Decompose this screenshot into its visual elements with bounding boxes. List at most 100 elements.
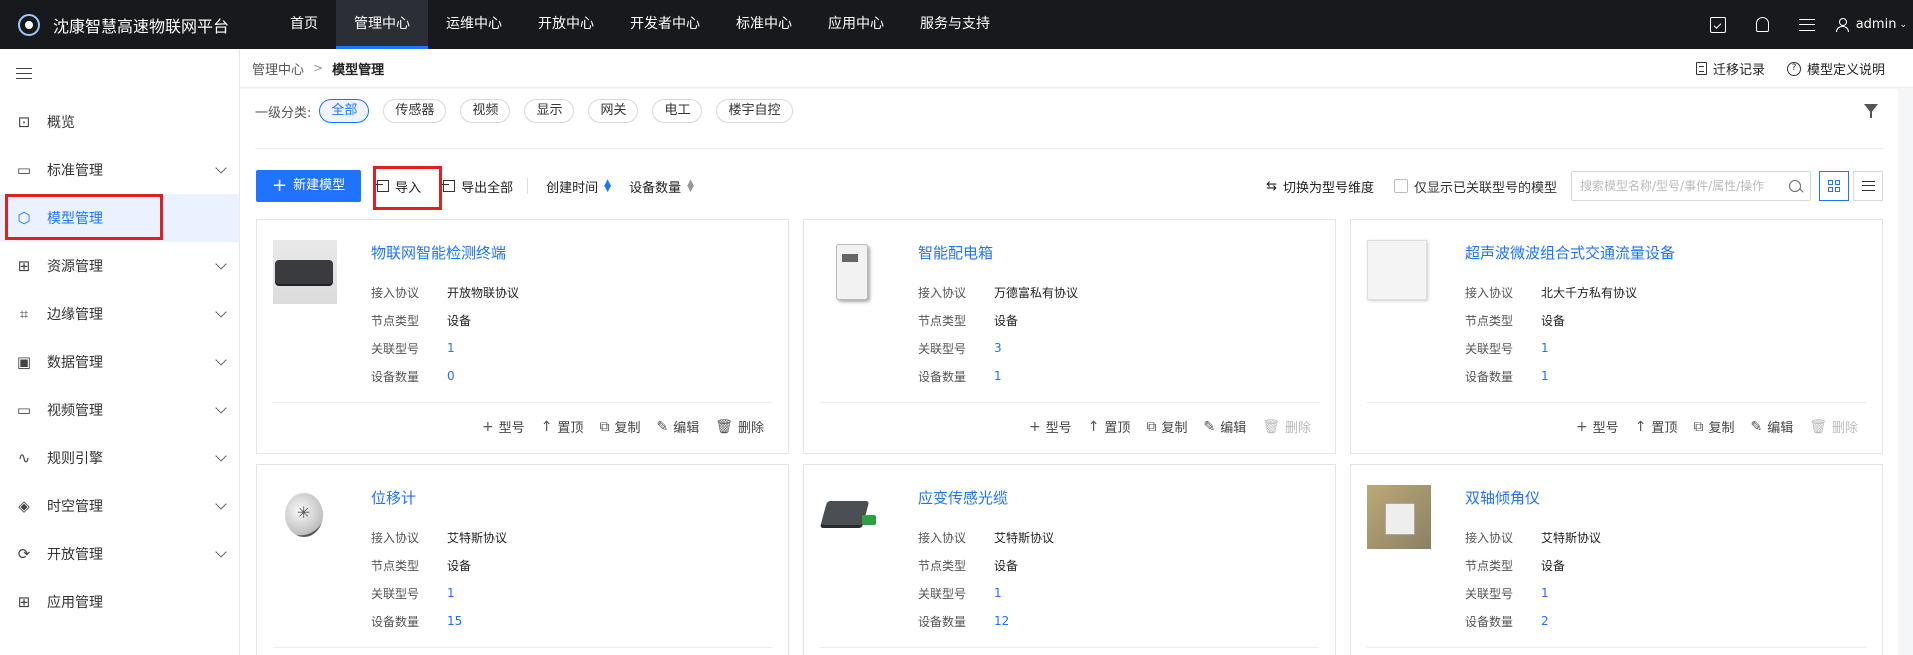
pin-button[interactable]: ↑ 置顶 — [1087, 417, 1131, 437]
pin-button[interactable]: ↑ 置顶 — [1635, 417, 1678, 437]
edit-button[interactable]: ✎ 编辑 — [656, 417, 699, 437]
user-icon — [1835, 17, 1849, 32]
chip-gateway[interactable]: 网关 — [588, 99, 639, 123]
chip-all[interactable]: 全部 — [319, 99, 370, 123]
chip-display[interactable]: 显示 — [524, 99, 575, 123]
linked-model-value[interactable]: 1 — [1541, 586, 1549, 600]
sidebar-item-spacetime[interactable]: ◈ 时空管理 — [0, 482, 239, 530]
standard-icon: ▭ — [16, 161, 32, 179]
action-label: 复制 — [1161, 421, 1188, 436]
edit-button[interactable]: ✎ 编辑 — [1203, 417, 1246, 437]
delete-button: 🗑 删除 — [1262, 417, 1311, 437]
model-card[interactable]: 超声波微波组合式交通流量设备 接入协议 北大千方私有协议 节点类型 设备 关联型号 1… — [1350, 219, 1883, 454]
nav-app-center[interactable]: 应用中心 — [810, 0, 902, 49]
menu-icon[interactable] — [1798, 18, 1815, 31]
protocol-value: 北大千方私有协议 — [1541, 285, 1638, 300]
sidebar-collapse-button[interactable] — [0, 49, 239, 98]
sort-icon: ▲ ▼ — [687, 178, 695, 194]
list-view-button[interactable] — [1853, 171, 1883, 201]
toolbar-right: ⇆ 切换为型号维度 仅显示已关联型号的模型 — [1266, 170, 1883, 202]
model-name[interactable]: 物联网智能检测终端 — [371, 242, 506, 263]
nav-open-center[interactable]: 开放中心 — [520, 0, 612, 49]
sidebar-item-label: 概览 — [47, 115, 75, 131]
action-label: 复制 — [614, 421, 641, 436]
search-icon[interactable] — [1789, 180, 1801, 192]
device-count-value[interactable]: 12 — [994, 614, 1009, 628]
new-model-button[interactable]: + 新建模型 — [256, 170, 362, 202]
sidebar-item-edge[interactable]: ⌗ 边缘管理 — [0, 290, 239, 338]
add-model-button[interactable]: + 型号 — [1029, 417, 1072, 437]
migration-record-link[interactable]: 迁移记录 — [1695, 59, 1765, 78]
nav-management-center[interactable]: 管理中心 — [336, 0, 428, 49]
pin-button[interactable]: ↑ 置顶 — [541, 417, 584, 437]
breadcrumb-parent[interactable]: 管理中心 — [252, 59, 304, 78]
linked-model-value[interactable]: 1 — [1541, 341, 1549, 355]
arrow-up-icon: ↑ — [1087, 418, 1100, 435]
linked-model-value[interactable]: 3 — [994, 341, 1002, 355]
user-menu[interactable]: admin ⌄ — [1835, 17, 1907, 32]
edit-button[interactable]: ✎ 编辑 — [1750, 417, 1793, 437]
action-label: 置顶 — [1651, 421, 1678, 436]
copy-button[interactable]: ⧉ 复制 — [599, 417, 641, 437]
sidebar-item-overview[interactable]: ⊡ 概览 — [0, 98, 239, 146]
model-definition-link[interactable]: ? 模型定义说明 — [1786, 59, 1885, 78]
list-icon — [1861, 181, 1875, 191]
model-name[interactable]: 超声波微波组合式交通流量设备 — [1465, 242, 1675, 263]
sort-created-time[interactable]: 创建时间 ▲ ▼ — [546, 177, 611, 196]
add-model-button[interactable]: + 型号 — [482, 417, 525, 437]
sidebar-item-standard[interactable]: ▭ 标准管理 — [0, 146, 239, 194]
only-linked-checkbox[interactable]: 仅显示已关联型号的模型 — [1393, 177, 1557, 196]
model-card[interactable]: 智能配电箱 接入协议 万德富私有协议 节点类型 设备 关联型号 3 设备数量 1 + 型号… — [803, 219, 1336, 454]
sort-device-count[interactable]: 设备数量 ▲ ▼ — [629, 177, 694, 196]
switch-dimension-button[interactable]: ⇆ 切换为型号维度 — [1266, 177, 1374, 196]
device-count-value[interactable]: 0 — [447, 369, 455, 383]
chip-building[interactable]: 楼宇自控 — [716, 99, 793, 123]
chip-sensor[interactable]: 传感器 — [383, 99, 447, 123]
linked-model-value[interactable]: 1 — [447, 586, 455, 600]
delete-button[interactable]: 🗑 删除 — [715, 417, 764, 437]
export-all-button[interactable]: 导出全部 — [441, 177, 513, 196]
linked-model-value[interactable]: 1 — [994, 586, 1002, 600]
sidebar-item-video[interactable]: ▭ 视频管理 — [0, 386, 239, 434]
video-icon: ▭ — [16, 401, 32, 419]
nav-service-support[interactable]: 服务与支持 — [902, 0, 1008, 49]
model-name[interactable]: 应变传感光缆 — [918, 487, 1008, 508]
model-name[interactable]: 智能配电箱 — [918, 242, 993, 263]
action-label: 复制 — [1708, 421, 1735, 436]
plus-icon: + — [272, 175, 288, 196]
filter-icon[interactable] — [1864, 104, 1878, 118]
nav-standard-center[interactable]: 标准中心 — [718, 0, 810, 49]
copy-button[interactable]: ⧉ 复制 — [1693, 417, 1735, 437]
model-card[interactable]: 应变传感光缆 接入协议 艾特斯协议 节点类型 设备 关联型号 1 设备数量 12 — [803, 464, 1336, 655]
action-label: 删除 — [737, 421, 764, 436]
nav-home[interactable]: 首页 — [272, 0, 336, 49]
sidebar-item-data[interactable]: ▣ 数据管理 — [0, 338, 239, 386]
nav-ops-center[interactable]: 运维中心 — [428, 0, 520, 49]
copy-button[interactable]: ⧉ 复制 — [1146, 417, 1188, 437]
model-name[interactable]: 位移计 — [371, 487, 416, 508]
device-count-value[interactable]: 15 — [447, 614, 462, 628]
model-card[interactable]: 位移计 接入协议 艾特斯协议 节点类型 设备 关联型号 1 设备数量 15 — [256, 464, 789, 655]
brand[interactable]: 沈康智慧高速物联网平台 — [0, 13, 272, 37]
model-card[interactable]: 双轴倾角仪 接入协议 艾特斯协议 节点类型 设备 关联型号 1 设备数量 2 — [1350, 464, 1883, 655]
chevron-down-icon: ⌄ — [1899, 19, 1907, 30]
task-icon[interactable] — [1709, 16, 1726, 33]
sidebar-item-app[interactable]: ⊞ 应用管理 — [0, 578, 239, 626]
chip-video[interactable]: 视频 — [460, 99, 511, 123]
device-count-value[interactable]: 1 — [1541, 369, 1549, 383]
sidebar-item-rule-engine[interactable]: ∿ 规则引擎 — [0, 434, 239, 482]
model-card[interactable]: 物联网智能检测终端 接入协议 开放物联协议 节点类型 设备 关联型号 1 设备数量 0 … — [256, 219, 789, 454]
alarm-icon[interactable] — [1755, 17, 1769, 32]
nav-developer-center[interactable]: 开发者中心 — [612, 0, 718, 49]
add-model-button[interactable]: + 型号 — [1576, 417, 1619, 437]
checkbox[interactable] — [1393, 179, 1408, 193]
device-count-value[interactable]: 2 — [1541, 614, 1549, 628]
device-count-value[interactable]: 1 — [994, 369, 1002, 383]
linked-model-value[interactable]: 1 — [447, 341, 455, 355]
model-name[interactable]: 双轴倾角仪 — [1465, 487, 1540, 508]
sidebar-item-resource[interactable]: ⊞ 资源管理 — [0, 242, 239, 290]
search-input[interactable] — [1580, 179, 1780, 193]
grid-view-button[interactable] — [1819, 171, 1849, 201]
sidebar-item-open[interactable]: ⟳ 开放管理 — [0, 530, 239, 578]
chip-electric[interactable]: 电工 — [652, 99, 703, 123]
